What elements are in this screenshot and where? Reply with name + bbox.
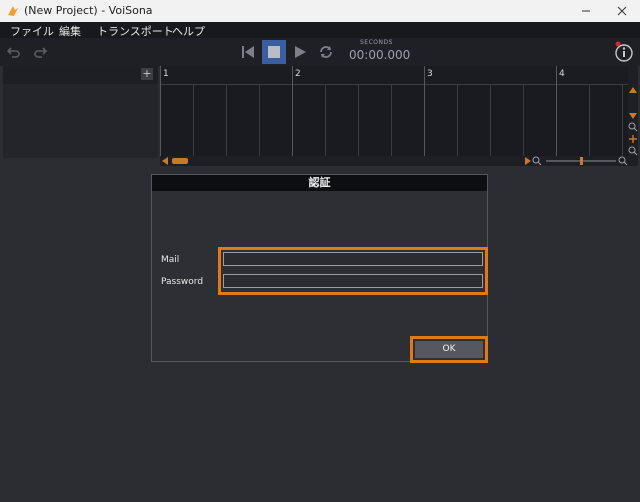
bar-line bbox=[160, 66, 161, 156]
scroll-right-icon[interactable] bbox=[524, 156, 532, 166]
timeline-area[interactable]: 1 2 3 4 bbox=[160, 66, 628, 156]
loop-button[interactable] bbox=[316, 42, 336, 62]
bar-number: 3 bbox=[427, 69, 433, 79]
beat-line bbox=[457, 84, 458, 156]
voisona-app-icon bbox=[8, 6, 18, 16]
add-track-button[interactable]: + bbox=[141, 68, 153, 80]
zoom-in-icon[interactable] bbox=[618, 156, 628, 166]
beat-line bbox=[622, 84, 623, 156]
scroll-down-icon[interactable] bbox=[628, 112, 638, 120]
menu-bar: ファイル 編集 トランスポート ヘルプ bbox=[0, 22, 640, 38]
loop-icon bbox=[320, 46, 332, 58]
play-button[interactable] bbox=[290, 42, 310, 62]
menu-transport[interactable]: トランスポート bbox=[97, 23, 174, 39]
bar-line bbox=[556, 66, 557, 156]
vertical-zoom-strip bbox=[628, 66, 638, 166]
play-icon bbox=[295, 46, 306, 58]
horizontal-scrollbar[interactable] bbox=[160, 156, 628, 166]
undo-icon bbox=[7, 47, 20, 58]
password-label: Password bbox=[161, 277, 204, 287]
bar-number: 2 bbox=[295, 69, 301, 79]
scroll-up-icon[interactable] bbox=[628, 86, 638, 94]
zoom-out-icon[interactable] bbox=[628, 146, 638, 156]
skip-to-start-icon bbox=[242, 46, 254, 58]
beat-line bbox=[589, 84, 590, 156]
transport-toolbar bbox=[0, 38, 640, 66]
bar-line bbox=[292, 66, 293, 156]
window-title: (New Project) - VoiSona bbox=[24, 4, 153, 17]
track-list-panel bbox=[3, 66, 158, 158]
seconds-label: SECONDS bbox=[360, 39, 393, 46]
scroll-left-icon[interactable] bbox=[161, 156, 169, 166]
ok-button[interactable]: OK bbox=[415, 341, 483, 358]
beat-line bbox=[259, 84, 260, 156]
beat-line bbox=[391, 84, 392, 156]
window-title-bar: (New Project) - VoiSona bbox=[0, 0, 640, 22]
beat-line bbox=[325, 84, 326, 156]
fit-icon[interactable] bbox=[628, 134, 638, 144]
beat-line bbox=[490, 84, 491, 156]
scroll-thumb[interactable] bbox=[172, 158, 188, 164]
info-button[interactable] bbox=[612, 40, 636, 64]
timeline-ruler[interactable]: 1 2 3 4 bbox=[160, 66, 628, 85]
mail-label: Mail bbox=[161, 255, 180, 265]
bar-line bbox=[424, 66, 425, 156]
close-icon bbox=[617, 6, 627, 16]
zoom-out-icon[interactable] bbox=[532, 156, 542, 166]
beat-line bbox=[358, 84, 359, 156]
close-button[interactable] bbox=[604, 0, 640, 22]
bar-number: 1 bbox=[163, 69, 169, 79]
horizontal-zoom-slider[interactable] bbox=[546, 157, 616, 165]
zoom-slider-handle[interactable] bbox=[580, 157, 583, 165]
menu-file[interactable]: ファイル bbox=[10, 23, 54, 39]
zoom-in-icon[interactable] bbox=[628, 122, 638, 132]
info-icon bbox=[615, 41, 633, 62]
menu-edit[interactable]: 編集 bbox=[59, 23, 81, 39]
menu-help[interactable]: ヘルプ bbox=[172, 23, 205, 39]
redo-button[interactable] bbox=[32, 44, 48, 60]
bar-number: 4 bbox=[559, 69, 565, 79]
rewind-button[interactable] bbox=[238, 42, 258, 62]
redo-icon bbox=[34, 47, 47, 58]
track-list-header bbox=[3, 66, 158, 84]
stop-icon bbox=[268, 46, 280, 58]
mail-field[interactable] bbox=[223, 252, 483, 266]
stop-button[interactable] bbox=[262, 40, 286, 64]
beat-line bbox=[226, 84, 227, 156]
password-field[interactable] bbox=[223, 274, 483, 288]
undo-button[interactable] bbox=[6, 44, 22, 60]
dialog-title: 認証 bbox=[152, 175, 487, 191]
beat-line bbox=[193, 84, 194, 156]
beat-line bbox=[523, 84, 524, 156]
timecode-display: 00:00.000 bbox=[349, 48, 411, 62]
